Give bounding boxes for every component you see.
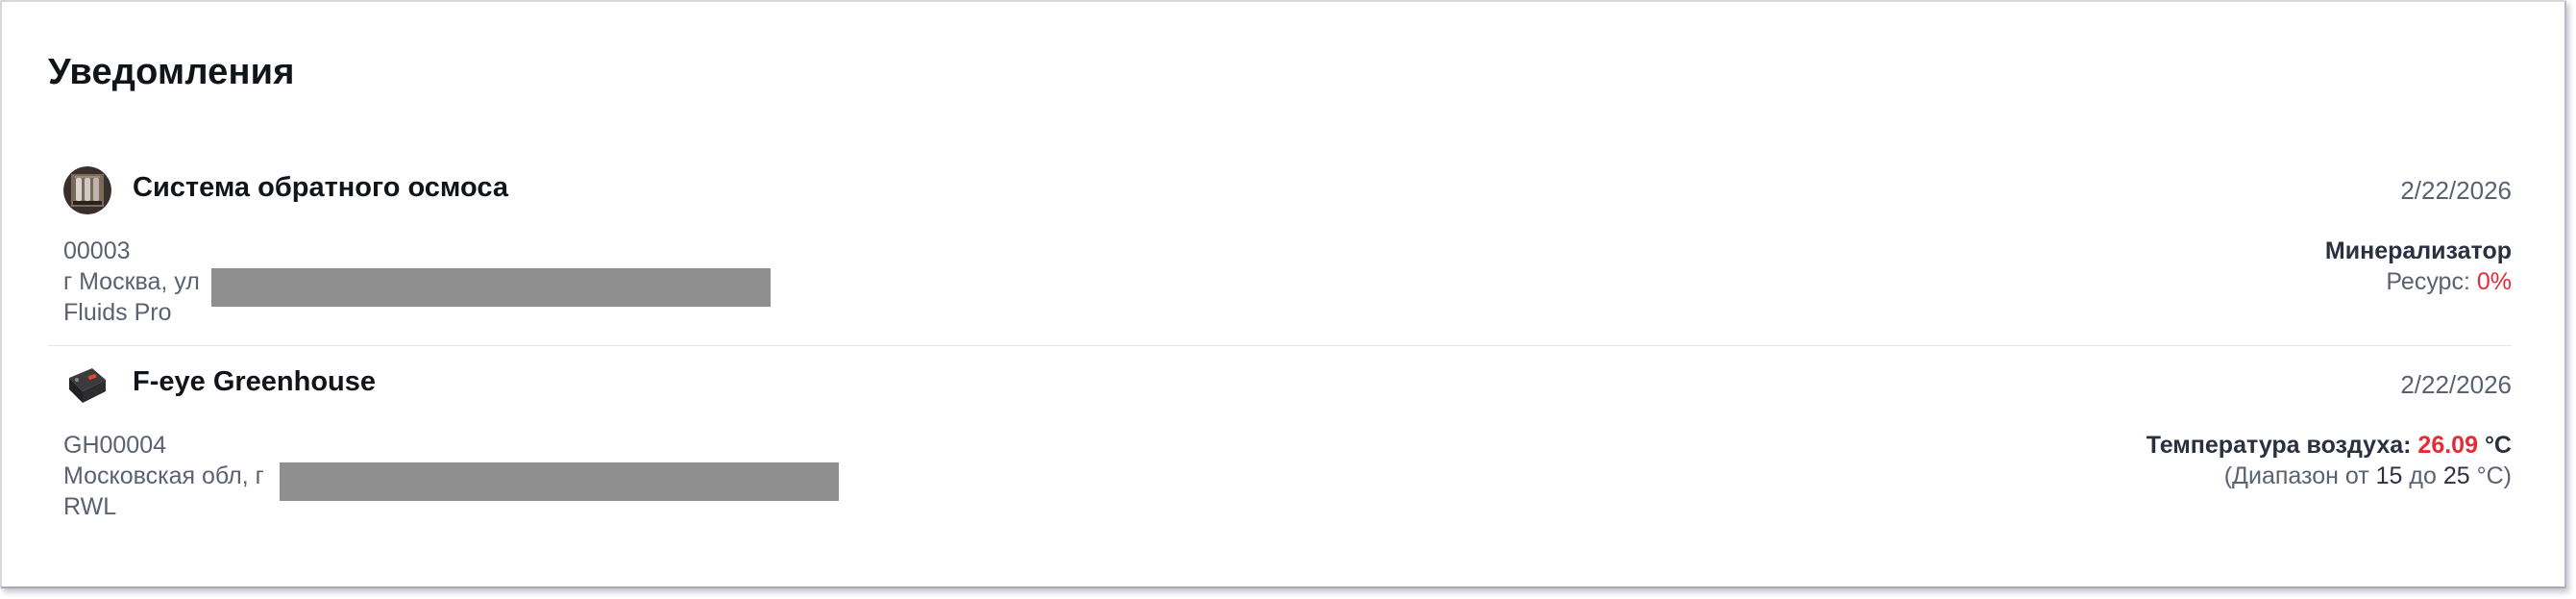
range-mid: до bbox=[2409, 462, 2437, 489]
device-address-line: Московская обл, г bbox=[63, 461, 839, 501]
device-address: Московская обл, г bbox=[63, 462, 264, 489]
range-min: 15 bbox=[2375, 462, 2403, 489]
temperature-value: 26.09 bbox=[2417, 432, 2478, 459]
redacted-address-block bbox=[211, 268, 771, 307]
device-address: г Москва, ул bbox=[63, 268, 200, 295]
temperature-label: Температура воздуха: bbox=[2146, 432, 2412, 459]
range-suffix: °C) bbox=[2476, 462, 2512, 489]
device-status: Минерализатор Ресурс: 0% bbox=[2325, 236, 2512, 297]
device-status: Температура воздуха: 26.09 °C (Диапазон … bbox=[2147, 430, 2512, 491]
device-meta: 00003 г Москва, ул Fluids Pro bbox=[63, 236, 771, 328]
device-company: RWL bbox=[63, 493, 117, 520]
device-id: GH00004 bbox=[63, 432, 167, 459]
page-title: Уведомления bbox=[48, 52, 295, 92]
redacted-address-block bbox=[280, 462, 839, 501]
notification-title: F-eye Greenhouse bbox=[133, 366, 377, 397]
temperature-range: (Диапазон от 15 до 25 °C) bbox=[2147, 461, 2512, 491]
notifications-page: Уведомления Система обратного осмоса 2/2… bbox=[0, 0, 2576, 599]
device-meta: GH00004 Московская обл, г RWL bbox=[63, 430, 839, 522]
sensor-device-avatar-icon bbox=[63, 361, 111, 409]
range-prefix: (Диапазон от bbox=[2223, 462, 2369, 489]
notification-item[interactable]: F-eye Greenhouse 2/22/2026 GH00004 Моско… bbox=[48, 353, 2512, 545]
resource-label: Ресурс: bbox=[2386, 268, 2470, 295]
reverse-osmosis-avatar-icon bbox=[63, 166, 111, 214]
status-temperature: Температура воздуха: 26.09 °C bbox=[2147, 430, 2512, 461]
device-id: 00003 bbox=[63, 237, 131, 264]
notification-date: 2/22/2026 bbox=[2400, 370, 2512, 399]
status-component: Минерализатор bbox=[2324, 237, 2512, 264]
range-max: 25 bbox=[2442, 462, 2470, 489]
device-address-line: г Москва, ул bbox=[63, 266, 771, 307]
notification-date: 2/22/2026 bbox=[2400, 176, 2512, 205]
notification-title: Система обратного осмоса bbox=[133, 172, 508, 203]
temperature-unit: °C bbox=[2484, 432, 2512, 459]
resource-value: 0% bbox=[2476, 268, 2512, 295]
device-company: Fluids Pro bbox=[63, 299, 172, 326]
status-resource: Ресурс: 0% bbox=[2325, 266, 2512, 297]
notifications-card: Уведомления Система обратного осмоса 2/2… bbox=[0, 0, 2566, 588]
notification-item[interactable]: Система обратного осмоса 2/22/2026 00003… bbox=[48, 159, 2512, 346]
